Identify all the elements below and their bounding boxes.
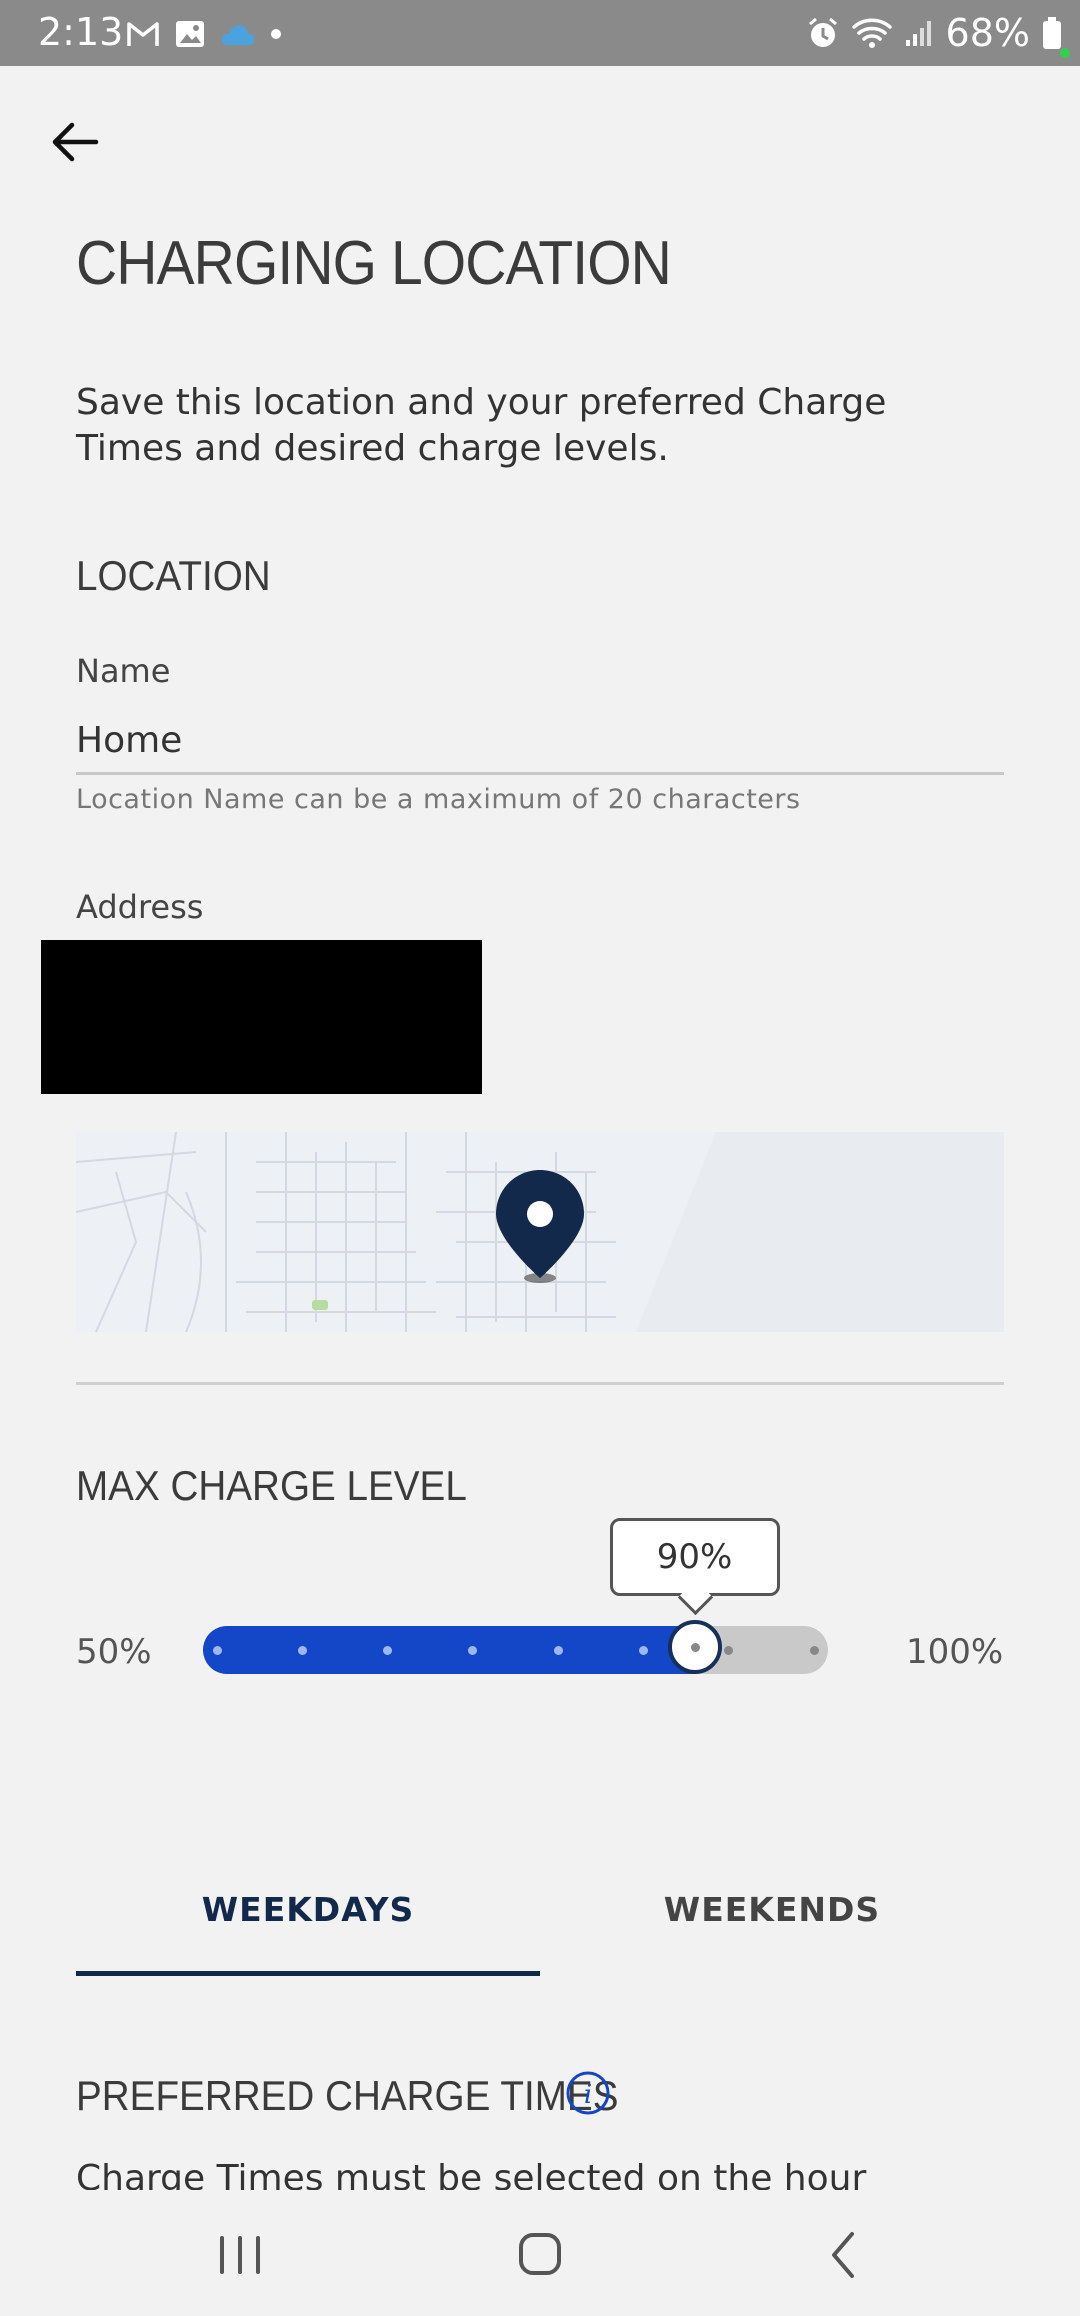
slider-max-label: 100% (906, 1632, 1004, 1672)
map-streets (76, 1132, 1004, 1332)
max-charge-section-title: MAX CHARGE LEVEL (76, 1462, 467, 1509)
recents-button[interactable] (200, 2220, 280, 2290)
slider-step-tick (638, 1646, 648, 1655)
privacy-indicator-dot (1060, 48, 1070, 58)
location-map[interactable] (76, 1132, 1004, 1332)
home-icon (519, 2233, 561, 2275)
signal-icon (905, 21, 931, 46)
tab-weekdays[interactable]: WEEKDAYS (76, 1890, 540, 1970)
slider-thumb[interactable] (667, 1620, 722, 1674)
gmail-icon (127, 22, 159, 46)
system-nav-bar (0, 2190, 1080, 2316)
tab-selected-indicator (76, 1971, 540, 1976)
slider-fill (203, 1626, 695, 1674)
recents-icon (220, 2236, 260, 2274)
intro-text: Save this location and your preferred Ch… (76, 382, 887, 469)
battery-percent: 68% (945, 11, 1030, 55)
wifi-icon (851, 18, 892, 48)
status-bar: 2:13 68% (0, 0, 1080, 66)
redacted-address (41, 940, 482, 1094)
max-charge-slider[interactable] (203, 1626, 828, 1674)
arrow-left-icon (52, 122, 99, 162)
cloud-icon (221, 25, 255, 45)
home-button[interactable] (500, 2220, 580, 2290)
svg-text:i: i (584, 2080, 592, 2110)
slider-min-label: 50% (76, 1632, 152, 1672)
slider-step-tick (383, 1646, 393, 1655)
preferred-times-section-title: PREFERRED CHARGE TIMES (76, 2072, 619, 2119)
location-name-input[interactable] (76, 708, 1004, 775)
charge-value-tooltip: 90% (609, 1518, 780, 1596)
address-field-label: Address (76, 888, 204, 926)
slider-step-tick (212, 1646, 222, 1655)
slider-step-tick (809, 1646, 819, 1655)
alarm-icon (808, 17, 837, 47)
name-field-label: Name (76, 652, 171, 690)
slider-step-tick (724, 1646, 734, 1655)
location-section-title: LOCATION (76, 552, 271, 599)
section-divider (76, 1382, 1004, 1385)
page-title: CHARGING LOCATION (76, 229, 672, 298)
status-right-icons: 68% (806, 10, 1062, 56)
slider-step-tick (553, 1646, 563, 1655)
back-icon (832, 2232, 854, 2278)
system-back-button[interactable] (804, 2220, 884, 2290)
tab-weekends[interactable]: WEEKENDS (540, 1890, 1004, 1970)
dot-icon (271, 29, 281, 39)
status-notification-icons (126, 14, 282, 54)
gallery-icon (176, 21, 204, 47)
name-helper-text: Location Name can be a maximum of 20 cha… (76, 784, 801, 815)
battery-icon (1043, 17, 1061, 49)
status-time: 2:13 (38, 10, 124, 54)
info-icon[interactable]: i (565, 2070, 611, 2116)
slider-step-tick (297, 1646, 307, 1655)
back-button[interactable] (48, 115, 102, 169)
